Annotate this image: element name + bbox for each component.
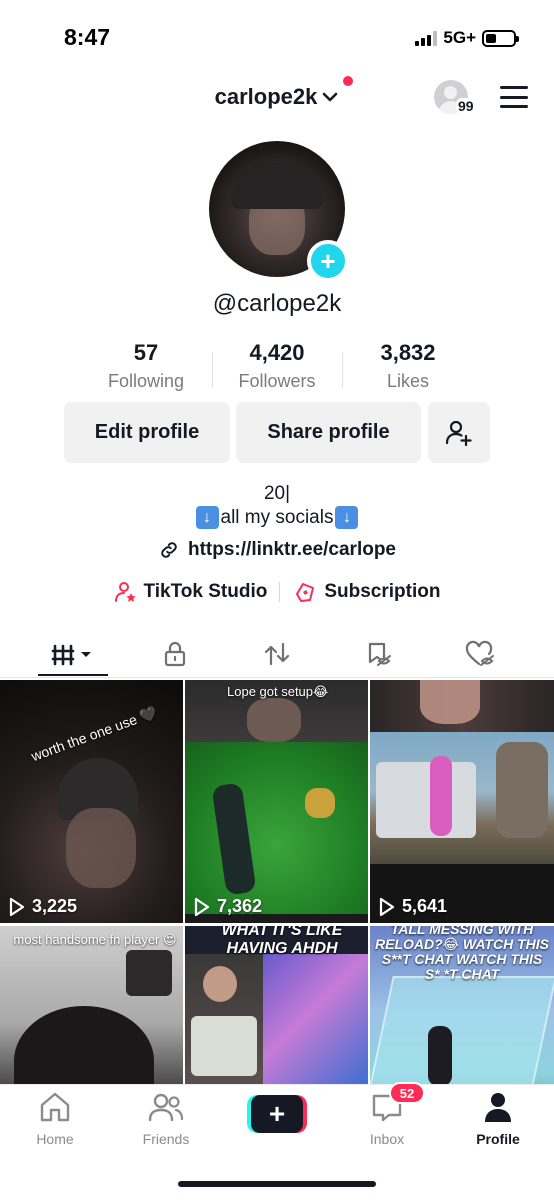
video-tile[interactable]: 5,641	[370, 680, 554, 923]
nav-profile[interactable]: Profile	[453, 1091, 543, 1147]
view-count-text: 7,362	[217, 896, 263, 916]
tabs-divider	[0, 677, 554, 678]
profile-stats: 57 Following 4,420 Followers 3,832 Likes	[0, 340, 554, 396]
creator-tools-row: TikTok Studio Subscription	[0, 580, 554, 604]
share-profile-button[interactable]: Share profile	[236, 402, 421, 463]
tiktok-studio-label: TikTok Studio	[143, 581, 268, 602]
subscription-icon	[296, 583, 315, 602]
create-button[interactable]: +	[247, 1095, 307, 1133]
home-indicator	[178, 1181, 376, 1187]
stat-likes-label: Likes	[386, 371, 430, 391]
signal-icon	[415, 30, 438, 46]
header-username: carlope2k	[214, 84, 318, 109]
video-view-count: 5,641	[378, 896, 447, 917]
bio-link-text: https://linktr.ee/carlope	[188, 539, 396, 560]
down-arrow-emoji-icon: ↓	[335, 506, 359, 529]
status-bar: 8:47 5G+	[0, 0, 554, 70]
video-caption: worth the one use 🖤	[29, 703, 160, 765]
nav-home-label: Home	[36, 1131, 74, 1147]
stat-following-count: 57	[133, 340, 159, 365]
status-icons: 5G+	[415, 28, 519, 48]
studio-icon	[114, 582, 136, 602]
repost-icon	[264, 642, 290, 666]
play-icon	[194, 897, 210, 916]
profile-header: carlope2k 99	[0, 72, 554, 122]
profile-views-button[interactable]: 99	[434, 80, 480, 120]
tab-private[interactable]	[125, 630, 225, 678]
profile-tabs	[0, 630, 554, 678]
battery-icon	[482, 29, 519, 47]
stat-likes[interactable]: 3,832 Likes	[338, 340, 478, 392]
add-friend-button[interactable]	[428, 402, 490, 463]
view-count-text: 3,225	[32, 896, 78, 916]
edit-profile-button[interactable]: Edit profile	[64, 402, 230, 463]
tab-reposts[interactable]	[227, 630, 327, 678]
stat-following[interactable]: 57 Following	[76, 340, 216, 392]
profile-icon	[485, 1093, 511, 1122]
bookmark-hidden-icon	[368, 642, 391, 666]
subscription-label: Subscription	[324, 581, 441, 602]
home-icon	[40, 1092, 70, 1122]
video-grid: worth the one use 🖤 3,225 Lope got setup…	[0, 680, 554, 1090]
stat-followers-label: Followers	[238, 371, 316, 391]
tab-liked[interactable]	[430, 630, 530, 678]
video-caption: most handsome fn player 😍	[13, 932, 177, 947]
view-count-text: 5,641	[402, 896, 448, 916]
add-friend-icon	[445, 420, 472, 446]
subscription-button[interactable]: Subscription	[292, 580, 440, 604]
tiktok-studio-button[interactable]: TikTok Studio	[114, 580, 268, 604]
video-caption: TALL MESSING WITH RELOAD?😂 WATCH THIS S*…	[375, 926, 549, 982]
grid-icon	[51, 644, 91, 666]
down-arrow-emoji-icon: ↓	[195, 506, 219, 529]
video-tile[interactable]: Lope got setup😂 7,362	[185, 680, 368, 923]
stat-likes-count: 3,832	[380, 340, 436, 365]
add-photo-button[interactable]: +	[307, 240, 349, 282]
video-caption: WHAT IT'S LIKE HAVING AHDH	[221, 926, 343, 957]
network-label: 5G+	[443, 28, 476, 47]
video-caption: Lope got setup😂	[227, 684, 329, 699]
nav-home[interactable]: Home	[10, 1091, 100, 1147]
nav-profile-label: Profile	[476, 1131, 520, 1147]
notification-dot	[343, 76, 354, 86]
heart-hidden-icon	[465, 640, 494, 666]
bio-line-2: ↓ all my socials ↓	[0, 506, 554, 529]
video-tile[interactable]: worth the one use 🖤 3,225	[0, 680, 183, 923]
video-view-count: 7,362	[193, 896, 262, 917]
row-divider	[279, 582, 281, 602]
stat-followers[interactable]: 4,420 Followers	[207, 340, 347, 392]
nav-friends-label: Friends	[142, 1131, 190, 1147]
plus-icon: +	[251, 1095, 303, 1133]
profile-handle: @carlope2k	[212, 290, 342, 317]
play-icon	[9, 897, 25, 916]
link-icon	[161, 542, 177, 558]
video-tile[interactable]: TALL MESSING WITH RELOAD?😂 WATCH THIS S*…	[370, 926, 554, 1090]
bio-socials-text: all my socials	[220, 506, 334, 528]
bio-line-1: 20|	[263, 483, 291, 504]
nav-inbox-label: Inbox	[369, 1131, 405, 1147]
video-view-count: 3,225	[8, 896, 77, 917]
menu-icon[interactable]	[500, 86, 528, 108]
active-tab-indicator	[38, 674, 108, 676]
tab-videos[interactable]	[24, 630, 124, 678]
lock-icon	[164, 641, 186, 667]
video-tile[interactable]: most handsome fn player 😍	[0, 926, 183, 1090]
chevron-down-icon	[323, 92, 338, 102]
tab-favorites[interactable]	[328, 630, 428, 678]
stat-following-label: Following	[107, 371, 185, 391]
stat-followers-count: 4,420	[249, 340, 305, 365]
status-time: 8:47	[64, 24, 111, 50]
play-icon	[379, 897, 395, 916]
bio-link[interactable]: https://linktr.ee/carlope	[0, 539, 554, 561]
inbox-badge: 52	[389, 1082, 425, 1104]
video-tile[interactable]: WHAT IT'S LIKE HAVING AHDH	[185, 926, 368, 1090]
friends-icon	[148, 1093, 184, 1122]
nav-friends[interactable]: Friends	[121, 1091, 211, 1147]
profile-views-count: 99	[456, 98, 476, 114]
